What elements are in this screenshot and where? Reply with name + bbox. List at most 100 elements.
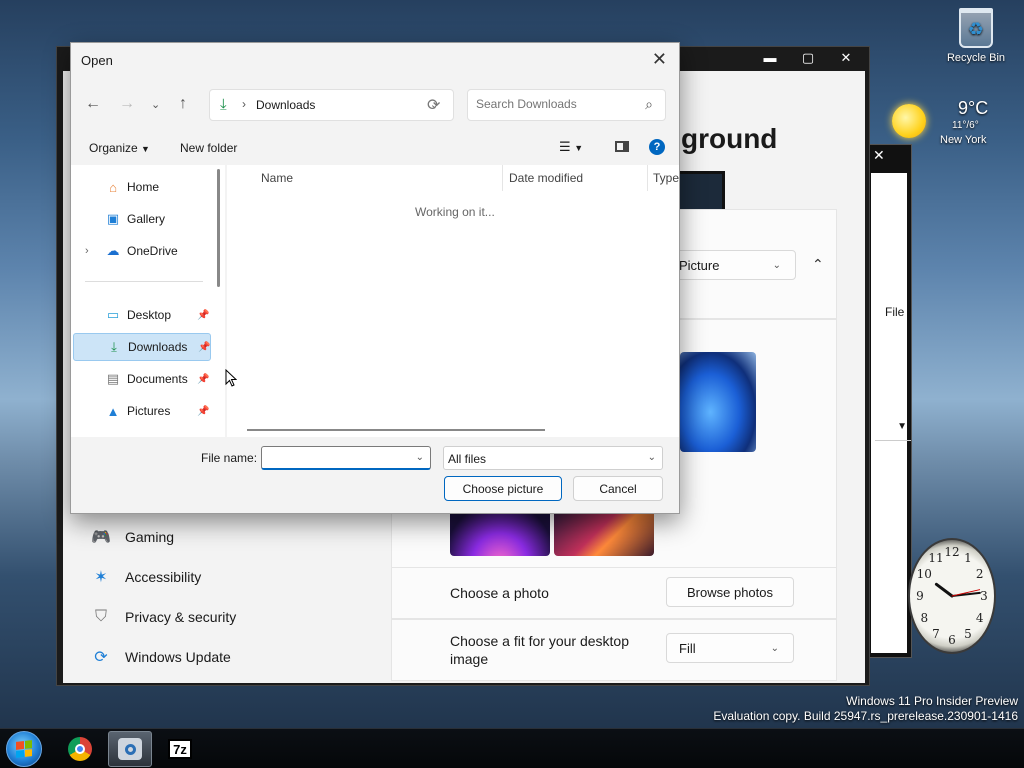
clock-number: 5 <box>964 627 972 641</box>
breadcrumb-chevron-icon: › <box>242 97 246 111</box>
chevron-down-icon[interactable]: ▼ <box>875 421 911 441</box>
clock-number: 8 <box>920 611 928 625</box>
breadcrumb-downloads[interactable]: Downloads <box>256 98 315 112</box>
recycle-bin[interactable]: ♻ Recycle Bin <box>944 8 1008 78</box>
nav-item-documents[interactable]: ▤ Documents 📌 <box>73 365 211 393</box>
taskbar-7zip[interactable]: 7z <box>158 731 202 767</box>
up-arrow-icon[interactable]: ↑ <box>179 95 187 113</box>
background-window-content: ▼ File <box>871 173 911 653</box>
recent-image-purple[interactable] <box>450 508 550 556</box>
gallery-icon: ▣ <box>106 211 120 226</box>
choose-photo-row: Choose a photo Browse photos <box>391 567 837 619</box>
file-list: Name Date modified Type Working on it... <box>227 165 679 437</box>
nav-scrollbar[interactable] <box>217 169 220 287</box>
chevron-down-icon[interactable]: ⌄ <box>416 452 424 463</box>
preview-pane-icon[interactable] <box>615 141 629 152</box>
desktop-icon: ▭ <box>106 307 120 322</box>
close-icon[interactable]: ✕ <box>652 49 667 70</box>
taskbar-chrome[interactable] <box>58 731 102 767</box>
chrome-icon <box>68 737 92 761</box>
search-icon: ⌕ <box>645 96 653 112</box>
pictures-icon: ▲ <box>106 403 120 419</box>
onedrive-icon: ☁ <box>106 243 120 258</box>
chevron-down-icon: ⌄ <box>647 452 656 463</box>
nav-item-downloads[interactable]: ⤓ Downloads 📌 <box>73 333 211 361</box>
pin-icon: 📌 <box>197 373 210 385</box>
recycle-bin-icon: ♻ <box>959 8 993 48</box>
nav-item-accessibility[interactable]: ✶ Accessibility <box>91 567 201 587</box>
camera-icon <box>118 738 142 760</box>
chevron-up-icon[interactable]: ⌃ <box>812 256 824 273</box>
maximize-icon[interactable]: ▢ <box>791 49 825 67</box>
organize-button[interactable]: Organize ▼ <box>89 141 150 155</box>
file-name-combobox[interactable]: ⌄ <box>261 446 431 470</box>
column-divider[interactable] <box>502 165 503 191</box>
clock-gadget[interactable]: 12 1 2 3 4 5 6 7 8 9 10 11 <box>904 534 996 654</box>
close-icon[interactable]: ✕ <box>873 147 885 164</box>
documents-icon: ▤ <box>106 371 120 386</box>
nav-item-onedrive[interactable]: › ☁ OneDrive <box>73 237 211 265</box>
close-icon[interactable]: ✕ <box>829 49 863 67</box>
file-type-select[interactable]: All files ⌄ <box>443 446 663 470</box>
nav-item-gallery[interactable]: ▣ Gallery <box>73 205 211 233</box>
file-column-label: File <box>885 305 905 319</box>
nav-item-desktop[interactable]: ▭ Desktop 📌 <box>73 301 211 329</box>
column-divider[interactable] <box>647 165 648 191</box>
nav-item-windows-update[interactable]: ⟳ Windows Update <box>91 647 231 667</box>
search-input[interactable] <box>476 97 626 111</box>
clock-number: 6 <box>948 633 956 647</box>
nav-divider <box>85 281 203 282</box>
browse-photos-button[interactable]: Browse photos <box>666 577 794 607</box>
fit-select[interactable]: Fill ⌄ <box>666 633 794 663</box>
mouse-cursor-icon <box>225 369 237 387</box>
command-bar: Organize ▼ New folder ☰ ▼ ? <box>71 133 679 165</box>
expand-chevron-icon[interactable]: › <box>85 245 89 257</box>
open-dialog: Open ✕ ← → ⌄ ↑ ⤓ › Downloads ⌄ ⟳ ⌕ Organ… <box>70 42 680 514</box>
clock-number: 12 <box>944 545 959 559</box>
forward-arrow-icon[interactable]: → <box>119 95 135 113</box>
chevron-down-icon: ▼ <box>141 144 150 154</box>
clock-number: 10 <box>917 567 932 581</box>
shield-icon: ⛉ <box>94 608 107 625</box>
new-folder-button[interactable]: New folder <box>180 141 237 155</box>
clock-number: 1 <box>964 551 972 565</box>
clock-number: 4 <box>976 611 984 625</box>
search-box[interactable]: ⌕ <box>467 89 666 121</box>
file-name-label: File name: <box>201 451 258 465</box>
address-bar[interactable]: ⤓ › Downloads ⌄ <box>209 89 454 121</box>
view-options-icon[interactable]: ☰ ▼ <box>559 139 583 155</box>
accessibility-icon: ✶ <box>94 569 108 586</box>
background-type-select[interactable]: Picture ⌄ <box>672 250 796 280</box>
recycle-bin-label: Recycle Bin <box>946 52 1006 64</box>
fit-label: Choose a fit for your desktop image <box>450 633 629 667</box>
minimize-icon[interactable]: ▬ <box>753 49 787 67</box>
choose-picture-button[interactable]: Choose picture <box>444 476 562 501</box>
back-arrow-icon[interactable]: ← <box>85 95 101 113</box>
pin-icon: 📌 <box>197 309 210 321</box>
column-header-name[interactable]: Name <box>261 171 293 185</box>
taskbar-camera[interactable] <box>108 731 152 767</box>
horizontal-scrollbar[interactable] <box>247 429 545 431</box>
help-icon[interactable]: ? <box>649 139 665 155</box>
status-text: Working on it... <box>415 205 495 219</box>
recent-locations-chevron-icon[interactable]: ⌄ <box>151 98 160 111</box>
cancel-button[interactable]: Cancel <box>573 476 663 501</box>
nav-item-privacy-security[interactable]: ⛉ Privacy & security <box>91 607 236 627</box>
recent-image-bloom[interactable] <box>680 352 756 452</box>
clock-number: 3 <box>980 589 988 603</box>
nav-item-gaming[interactable]: 🎮 Gaming <box>91 527 174 547</box>
fit-row: Choose a fit for your desktop image Fill… <box>391 619 837 681</box>
nav-item-pictures[interactable]: ▲ Pictures 📌 <box>73 397 211 425</box>
nav-item-home[interactable]: ⌂ Home <box>73 173 211 201</box>
start-button[interactable] <box>6 731 42 767</box>
column-header-date-modified[interactable]: Date modified <box>509 171 583 185</box>
refresh-icon[interactable]: ⟳ <box>427 95 440 115</box>
navigation-pane: ⌂ Home ▣ Gallery › ☁ OneDrive ▭ Desktop … <box>71 165 225 437</box>
recent-image-flower[interactable] <box>554 508 654 556</box>
file-name-input[interactable] <box>268 451 408 465</box>
pin-icon: 📌 <box>198 341 211 353</box>
column-header-type[interactable]: Type <box>653 171 679 185</box>
weather-temp: 9°C <box>958 98 989 118</box>
chevron-down-icon: ⌄ <box>772 259 781 271</box>
windows-logo-icon <box>16 740 32 758</box>
